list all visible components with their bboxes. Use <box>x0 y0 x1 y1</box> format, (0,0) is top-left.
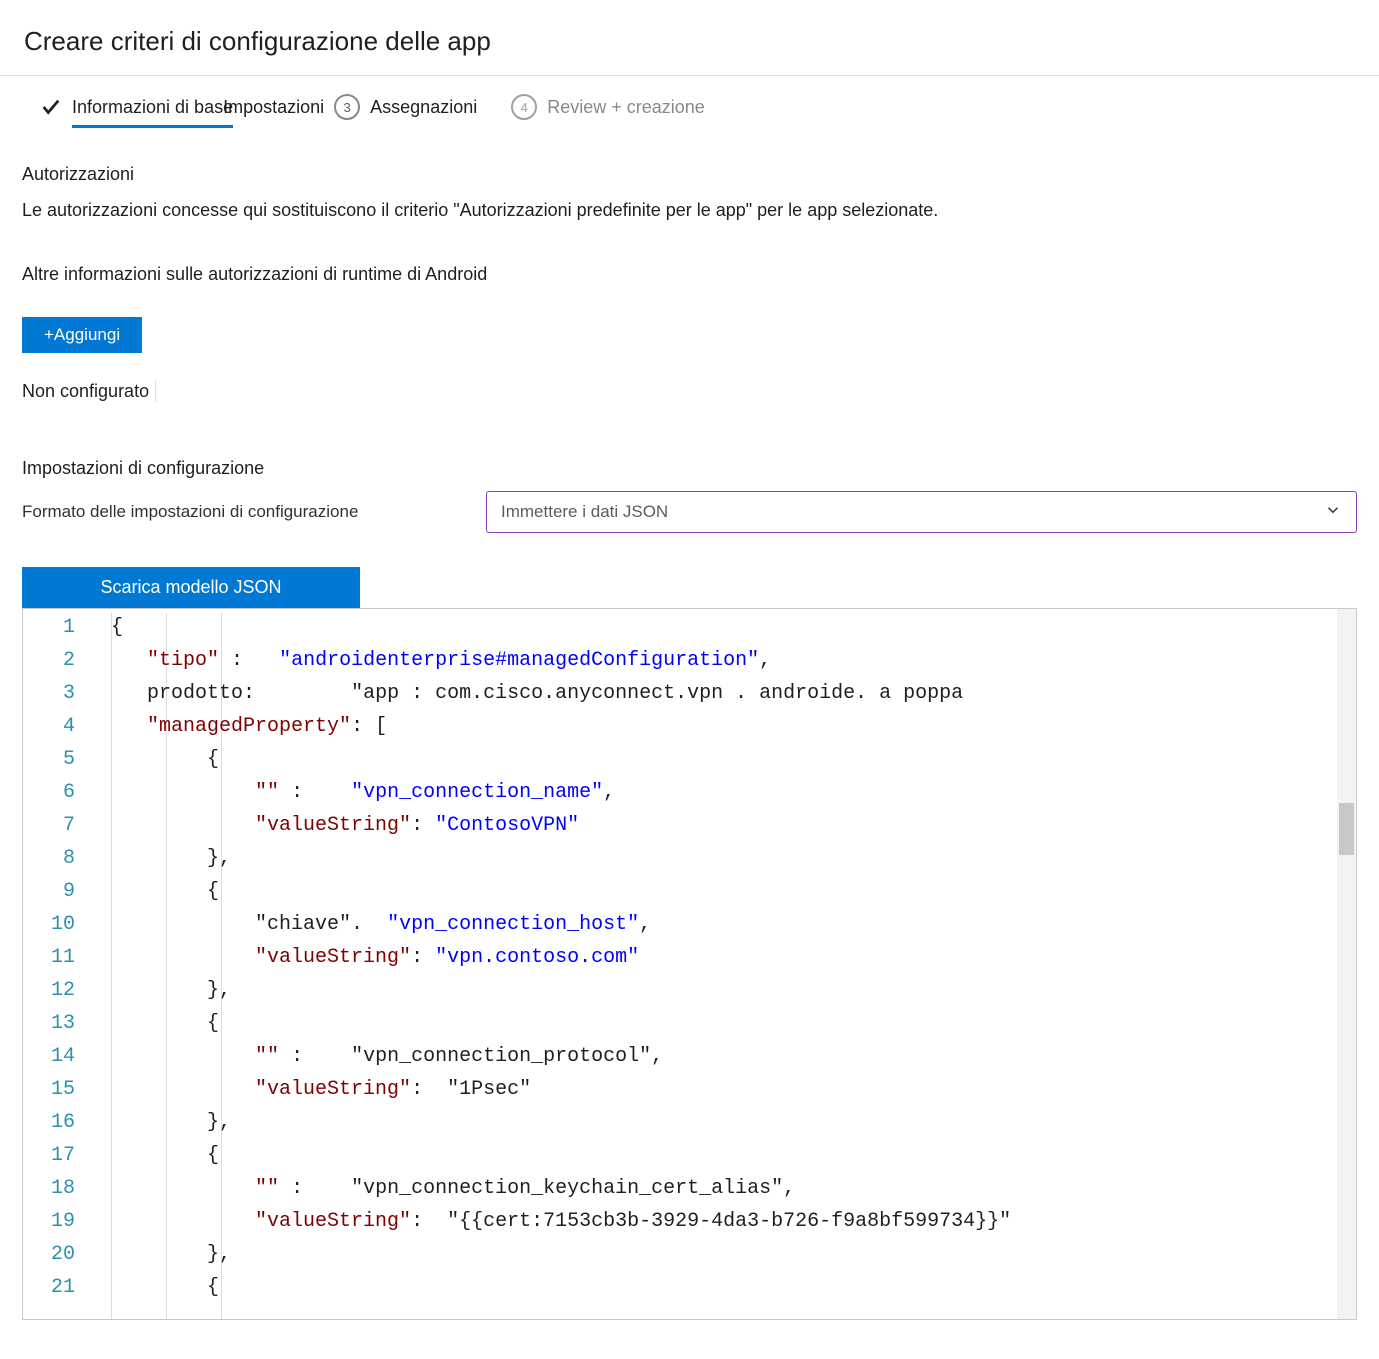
editor-scrollbar-thumb[interactable] <box>1339 803 1354 855</box>
step-assignments-label: Assegnazioni <box>370 97 477 118</box>
step-review[interactable]: 4 Review + creazione <box>511 94 705 120</box>
step-basics[interactable]: Informazioni di base <box>40 96 233 118</box>
download-json-template-button[interactable]: Scarica modello JSON <box>22 567 360 608</box>
check-icon <box>40 96 62 118</box>
chevron-down-icon <box>1324 501 1342 524</box>
step-basics-label: Informazioni di base <box>72 97 233 118</box>
step-settings[interactable]: 2 Impostazioni <box>223 97 324 118</box>
header-divider <box>0 75 1379 76</box>
step-number-icon: 4 <box>511 94 537 120</box>
config-format-value: Immettere i dati JSON <box>501 502 668 522</box>
json-editor[interactable]: 12345678910 1112131415161718192021 { "ti… <box>22 608 1357 1320</box>
step-settings-label: Impostazioni <box>223 97 324 118</box>
editor-code-area[interactable]: { "tipo" : "androidenterprise#managedCon… <box>85 609 1356 1319</box>
config-format-label: Formato delle impostazioni di configuraz… <box>22 502 462 522</box>
step-number-icon: 3 <box>334 94 360 120</box>
json-editor-section: Scarica modello JSON 12345678910 1112131… <box>22 567 1357 1320</box>
permissions-runtime-info: Altre informazioni sulle autorizzazioni … <box>22 261 1357 287</box>
permissions-status: Non configurato <box>22 381 156 402</box>
config-format-select[interactable]: Immettere i dati JSON <box>486 491 1357 533</box>
editor-scrollbar[interactable] <box>1337 609 1356 1319</box>
wizard-stepper: Informazioni di base 2 Impostazioni 3 As… <box>22 94 1357 128</box>
step-assignments[interactable]: 3 Assegnazioni <box>334 94 477 120</box>
permissions-description: Le autorizzazioni concesse qui sostituis… <box>22 197 1357 223</box>
permissions-section: Autorizzazioni Le autorizzazioni concess… <box>22 164 1357 402</box>
page-title: Creare criteri di configurazione delle a… <box>24 26 1357 57</box>
editor-gutter: 12345678910 1112131415161718192021 <box>23 609 85 1319</box>
permissions-heading: Autorizzazioni <box>22 164 1357 185</box>
add-button[interactable]: +Aggiungi <box>22 317 142 353</box>
config-settings-heading: Impostazioni di configurazione <box>22 458 1357 479</box>
config-settings-section: Impostazioni di configurazione Formato d… <box>22 458 1357 533</box>
step-review-label: Review + creazione <box>547 97 705 118</box>
